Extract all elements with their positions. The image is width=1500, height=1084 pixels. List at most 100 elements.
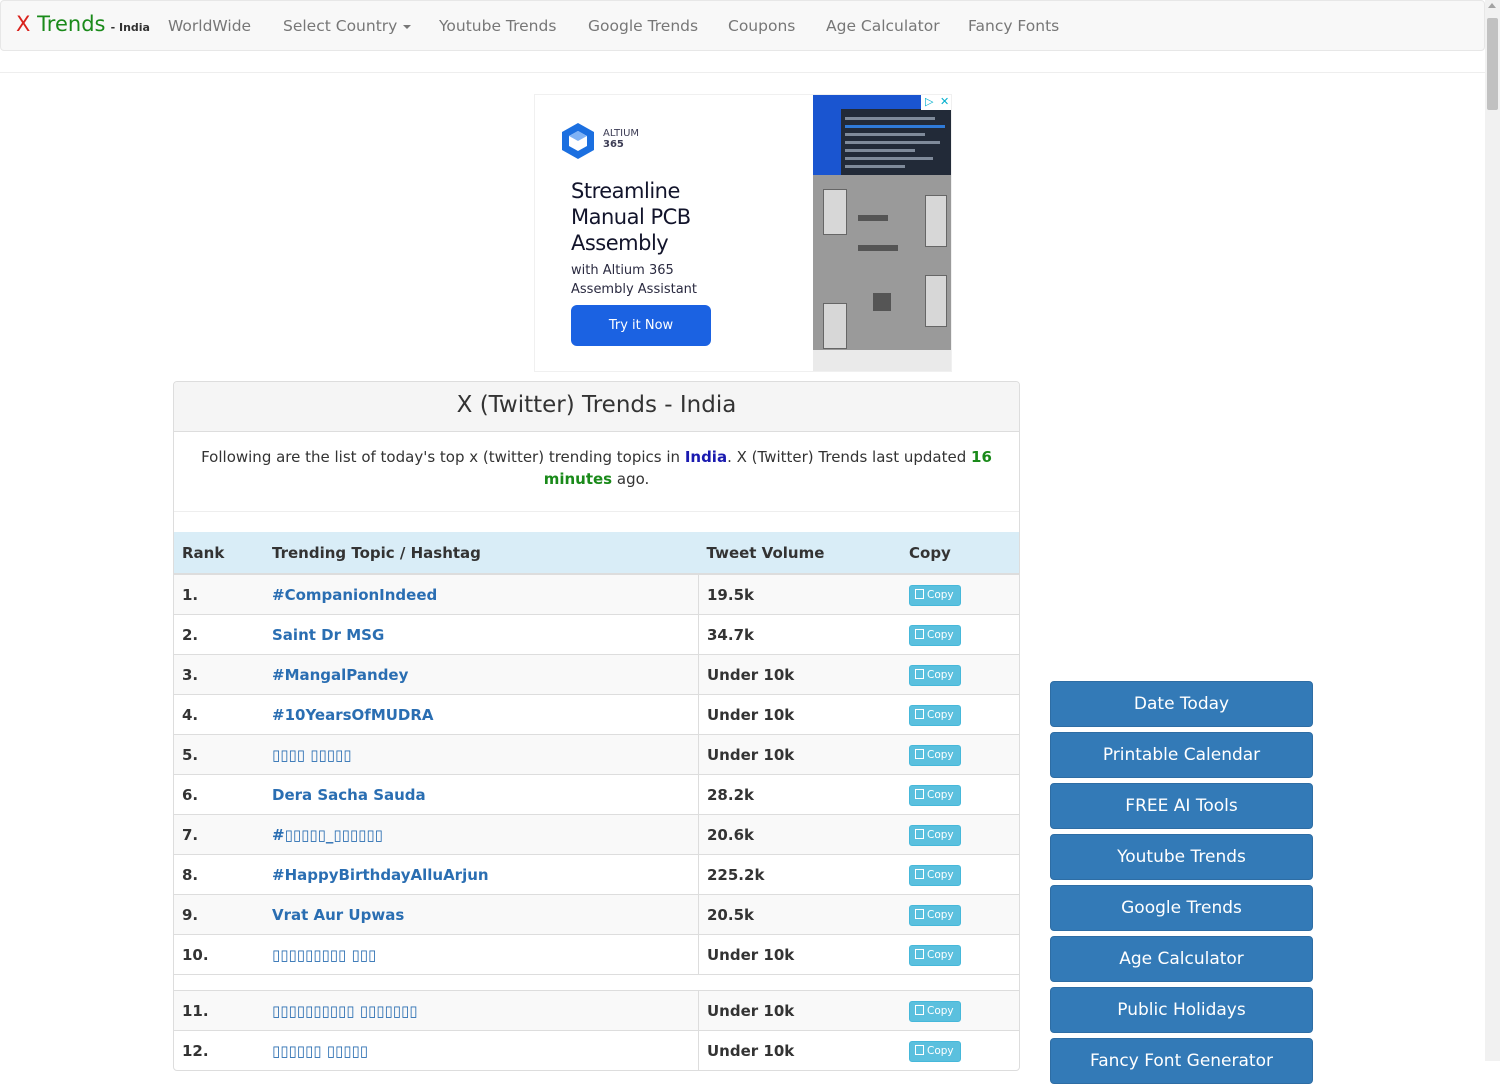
sidebar-fancy-font-generator-button[interactable]: Fancy Font Generator [1050,1038,1313,1084]
topic-link[interactable]: #MangalPandey [264,654,699,695]
copy-label: Copy [927,588,954,601]
nav-age-calculator[interactable]: Age Calculator [826,17,940,35]
advertisement[interactable]: ALTIUM 365 Streamline Manual PCB Assembl… [534,94,952,372]
copy-cell: Copy [901,934,1019,975]
sidebar-date-today-button[interactable]: Date Today [1050,681,1313,727]
copy-cell: Copy [901,774,1019,815]
copy-icon [915,948,924,959]
topic-link[interactable]: #▯▯▯▯▯_▯▯▯▯▯▯ [264,814,699,855]
copy-cell: Copy [901,854,1019,895]
copy-icon [915,1004,924,1015]
topic-link[interactable]: ▯▯▯▯▯▯ ▯▯▯▯▯ [264,1030,699,1070]
volume-cell: Under 10k [698,734,901,775]
nav-coupons[interactable]: Coupons [728,17,795,35]
rank-cell: 5. [174,734,264,775]
volume-cell: Under 10k [698,654,901,695]
copy-icon [915,748,924,759]
divider [174,511,1019,512]
copy-label: Copy [927,788,954,801]
table-row: 6. Dera Sacha Sauda 28.2k Copy [174,774,1019,815]
table-header-row: Rank Trending Topic / Hashtag Tweet Volu… [174,532,1019,575]
nav-select-country[interactable]: Select Country [283,17,412,35]
table-row: 1. #CompanionIndeed 19.5k Copy [174,573,1019,615]
scroll-up-arrow-icon[interactable] [1488,3,1496,8]
nav-youtube-trends[interactable]: Youtube Trends [439,17,556,35]
intro-pre: Following are the list of today's top x … [201,448,685,466]
copy-cell: Copy [901,734,1019,775]
table-row-spacer [174,974,1019,991]
topic-link[interactable]: #CompanionIndeed [264,573,699,615]
volume-cell: Under 10k [698,1030,901,1070]
ad-info-icon[interactable]: ▷ [925,95,933,108]
sidebar-age-calculator-button[interactable]: Age Calculator [1050,936,1313,982]
rank-cell: 6. [174,774,264,815]
nav-select-country-label: Select Country [283,17,398,35]
copy-icon [915,908,924,919]
sidebar-public-holidays-button[interactable]: Public Holidays [1050,987,1313,1033]
sidebar-free-ai-tools-button[interactable]: FREE AI Tools [1050,783,1313,829]
topic-link[interactable]: ▯▯▯▯ ▯▯▯▯▯ [264,734,699,775]
copy-button[interactable]: Copy [909,784,961,806]
table-row: 8. #HappyBirthdayAlluArjun 225.2k Copy [174,854,1019,895]
altium-logo-icon [562,123,594,159]
table-row: 2. Saint Dr MSG 34.7k Copy [174,614,1019,655]
vertical-scrollbar[interactable] [1485,0,1500,1061]
nav-fancy-fonts[interactable]: Fancy Fonts [968,17,1059,35]
copy-label: Copy [927,708,954,721]
copy-icon [915,628,924,639]
copy-button[interactable]: Copy [909,864,961,886]
table-row: 3. #MangalPandey Under 10k Copy [174,654,1019,695]
nav-google-trends[interactable]: Google Trends [588,17,698,35]
topic-link[interactable]: ▯▯▯▯▯▯▯▯▯ ▯▯▯ [264,934,699,975]
nav-worldwide[interactable]: WorldWide [168,17,251,35]
intro-post: ago. [612,470,650,488]
header-rank: Rank [174,532,264,575]
volume-cell: 34.7k [698,614,901,655]
topic-link[interactable]: #HappyBirthdayAlluArjun [264,854,699,895]
copy-button[interactable]: Copy [909,744,961,766]
topic-link[interactable]: Dera Sacha Sauda [264,774,699,815]
scrollbar-thumb[interactable] [1487,18,1498,110]
topic-link[interactable]: ▯▯▯▯▯▯▯▯▯▯ ▯▯▯▯▯▯▯ [264,990,699,1031]
trends-panel: X (Twitter) Trends - India Following are… [173,381,1020,1071]
topic-link[interactable]: Saint Dr MSG [264,614,699,655]
rank-cell: 7. [174,814,264,855]
copy-button[interactable]: Copy [909,704,961,726]
rank-cell: 2. [174,614,264,655]
copy-cell: Copy [901,654,1019,695]
volume-cell: 19.5k [698,573,901,615]
copy-button[interactable]: Copy [909,904,961,926]
intro-text: Following are the list of today's top x … [194,446,999,490]
copy-button[interactable]: Copy [909,624,961,646]
copy-label: Copy [927,868,954,881]
rank-cell: 12. [174,1030,264,1070]
copy-cell: Copy [901,1030,1019,1070]
volume-cell: 225.2k [698,854,901,895]
ad-cta-button[interactable]: Try it Now [571,305,711,346]
sidebar-google-trends-button[interactable]: Google Trends [1050,885,1313,931]
brand-x: X [16,12,31,36]
sidebar-youtube-trends-button[interactable]: Youtube Trends [1050,834,1313,880]
rank-cell: 3. [174,654,264,695]
header-volume: Tweet Volume [698,532,901,575]
copy-button[interactable]: Copy [909,664,961,686]
topic-link[interactable]: Vrat Aur Upwas [264,894,699,935]
copy-icon [915,588,924,599]
copy-icon [915,708,924,719]
volume-cell: Under 10k [698,694,901,735]
copy-button[interactable]: Copy [909,1000,961,1022]
chevron-down-icon [403,24,412,29]
copy-button[interactable]: Copy [909,1040,961,1062]
intro-country-link[interactable]: India [685,448,727,466]
topic-link[interactable]: #10YearsOfMUDRA [264,694,699,735]
copy-button[interactable]: Copy [909,824,961,846]
brand-logo[interactable]: X Trends - India [16,12,150,36]
close-icon[interactable]: ✕ [940,95,949,108]
copy-button[interactable]: Copy [909,944,961,966]
sidebar-printable-calendar-button[interactable]: Printable Calendar [1050,732,1313,778]
table-row: 5. ▯▯▯▯ ▯▯▯▯▯ Under 10k Copy [174,734,1019,775]
ad-choices[interactable]: ▷ ✕ [921,95,951,110]
volume-cell: 28.2k [698,774,901,815]
copy-button[interactable]: Copy [909,584,961,606]
rank-cell: 11. [174,990,264,1031]
